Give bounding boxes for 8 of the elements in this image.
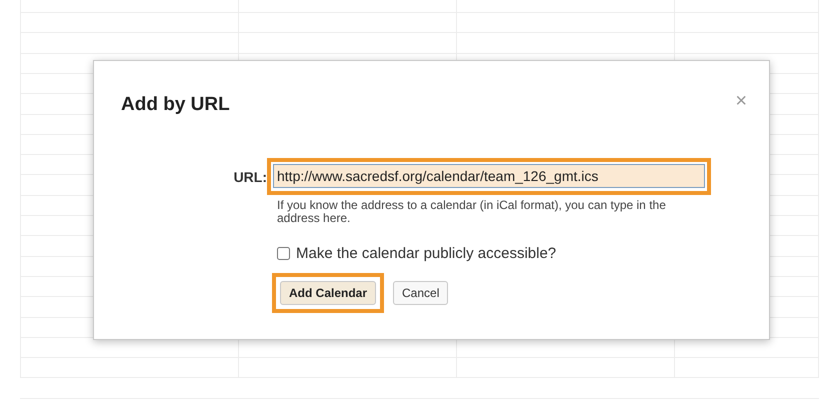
help-text: If you know the address to a calendar (in iCal format), you can type in the address here.	[277, 198, 667, 224]
cancel-button[interactable]: Cancel	[393, 281, 448, 305]
url-field[interactable]: http://www.sacredsf.org/calendar/team_126_gmt.ics	[273, 164, 705, 188]
checkbox-label: Make the calendar publicly accessible?	[296, 244, 556, 264]
url-label: URL:	[232, 168, 268, 186]
public-checkbox[interactable]	[277, 247, 290, 260]
dialog-title: Add by URL	[121, 93, 230, 117]
add-calendar-button[interactable]: Add Calendar	[280, 281, 376, 305]
